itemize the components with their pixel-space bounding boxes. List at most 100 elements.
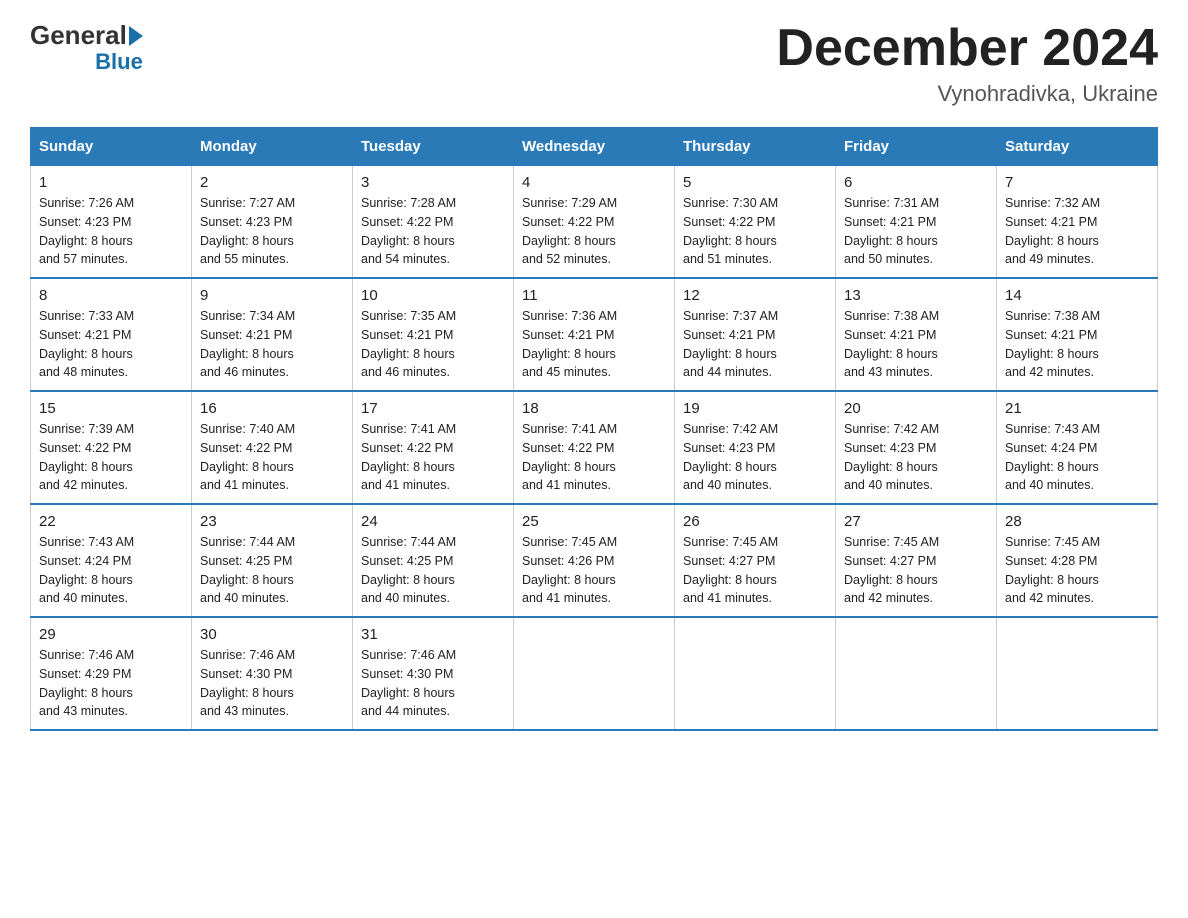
calendar-cell: 7Sunrise: 7:32 AMSunset: 4:21 PMDaylight… [997, 166, 1158, 279]
calendar-cell: 9 Sunrise: 7:34 AMSunset: 4:21 PMDaylight… [192, 278, 353, 391]
calendar-cell: 8 Sunrise: 7:33 AMSunset: 4:21 PMDaylight… [31, 278, 192, 391]
day-info: Sunrise: 7:45 AMSunset: 4:27 PMDaylight:… [683, 535, 778, 605]
column-header-sunday: Sunday [31, 128, 192, 166]
day-info: Sunrise: 7:46 AMSunset: 4:30 PMDaylight:… [200, 648, 295, 718]
day-number: 22 [39, 513, 183, 530]
day-number: 2 [200, 174, 344, 191]
calendar-cell: 19 Sunrise: 7:42 AMSunset: 4:23 PMDayligh… [675, 391, 836, 504]
day-info: Sunrise: 7:38 AMSunset: 4:21 PMDaylight:… [1005, 309, 1100, 379]
calendar-cell: 2 Sunrise: 7:27 AMSunset: 4:23 PMDaylight… [192, 166, 353, 279]
calendar-cell: 15Sunrise: 7:39 AMSunset: 4:22 PMDayligh… [31, 391, 192, 504]
day-number: 29 [39, 626, 183, 643]
day-info: Sunrise: 7:41 AMSunset: 4:22 PMDaylight:… [361, 422, 456, 492]
day-info: Sunrise: 7:46 AMSunset: 4:30 PMDaylight:… [361, 648, 456, 718]
calendar-cell: 25 Sunrise: 7:45 AMSunset: 4:26 PMDayligh… [514, 504, 675, 617]
day-number: 27 [844, 513, 988, 530]
logo-blue-text: Blue [30, 51, 143, 73]
day-number: 11 [522, 287, 666, 304]
day-info: Sunrise: 7:38 AMSunset: 4:21 PMDaylight:… [844, 309, 939, 379]
calendar-cell: 5 Sunrise: 7:30 AMSunset: 4:22 PMDaylight… [675, 166, 836, 279]
day-info: Sunrise: 7:30 AMSunset: 4:22 PMDaylight:… [683, 196, 778, 266]
calendar-cell: 23 Sunrise: 7:44 AMSunset: 4:25 PMDayligh… [192, 504, 353, 617]
calendar-cell: 28 Sunrise: 7:45 AMSunset: 4:28 PMDayligh… [997, 504, 1158, 617]
calendar-cell: 11 Sunrise: 7:36 AMSunset: 4:21 PMDayligh… [514, 278, 675, 391]
calendar-cell: 13Sunrise: 7:38 AMSunset: 4:21 PMDayligh… [836, 278, 997, 391]
calendar-week-row: 8 Sunrise: 7:33 AMSunset: 4:21 PMDaylight… [31, 278, 1158, 391]
day-number: 26 [683, 513, 827, 530]
day-info: Sunrise: 7:44 AMSunset: 4:25 PMDaylight:… [200, 535, 295, 605]
logo-general-text: General [30, 20, 127, 51]
calendar-cell [675, 617, 836, 730]
day-info: Sunrise: 7:44 AMSunset: 4:25 PMDaylight:… [361, 535, 456, 605]
logo-triangle-icon [129, 26, 143, 46]
column-header-friday: Friday [836, 128, 997, 166]
day-info: Sunrise: 7:37 AMSunset: 4:21 PMDaylight:… [683, 309, 778, 379]
calendar-cell: 30 Sunrise: 7:46 AMSunset: 4:30 PMDayligh… [192, 617, 353, 730]
calendar-cell: 14Sunrise: 7:38 AMSunset: 4:21 PMDayligh… [997, 278, 1158, 391]
day-number: 18 [522, 400, 666, 417]
day-info: Sunrise: 7:45 AMSunset: 4:28 PMDaylight:… [1005, 535, 1100, 605]
day-number: 16 [200, 400, 344, 417]
day-number: 21 [1005, 400, 1149, 417]
calendar-table: SundayMondayTuesdayWednesdayThursdayFrid… [30, 127, 1158, 731]
day-info: Sunrise: 7:29 AMSunset: 4:22 PMDaylight:… [522, 196, 617, 266]
calendar-cell: 29Sunrise: 7:46 AMSunset: 4:29 PMDayligh… [31, 617, 192, 730]
day-number: 10 [361, 287, 505, 304]
calendar-cell: 24 Sunrise: 7:44 AMSunset: 4:25 PMDayligh… [353, 504, 514, 617]
day-number: 6 [844, 174, 988, 191]
column-header-monday: Monday [192, 128, 353, 166]
calendar-cell [514, 617, 675, 730]
day-number: 20 [844, 400, 988, 417]
calendar-cell: 12Sunrise: 7:37 AMSunset: 4:21 PMDayligh… [675, 278, 836, 391]
day-info: Sunrise: 7:34 AMSunset: 4:21 PMDaylight:… [200, 309, 295, 379]
day-info: Sunrise: 7:45 AMSunset: 4:27 PMDaylight:… [844, 535, 939, 605]
day-number: 5 [683, 174, 827, 191]
day-info: Sunrise: 7:45 AMSunset: 4:26 PMDaylight:… [522, 535, 617, 605]
day-info: Sunrise: 7:35 AMSunset: 4:21 PMDaylight:… [361, 309, 456, 379]
calendar-cell: 18 Sunrise: 7:41 AMSunset: 4:22 PMDayligh… [514, 391, 675, 504]
day-number: 19 [683, 400, 827, 417]
calendar-cell: 6 Sunrise: 7:31 AMSunset: 4:21 PMDaylight… [836, 166, 997, 279]
day-info: Sunrise: 7:36 AMSunset: 4:21 PMDaylight:… [522, 309, 617, 379]
calendar-cell: 26 Sunrise: 7:45 AMSunset: 4:27 PMDayligh… [675, 504, 836, 617]
calendar-week-row: 22 Sunrise: 7:43 AMSunset: 4:24 PMDayligh… [31, 504, 1158, 617]
month-title: December 2024 [776, 20, 1158, 77]
day-info: Sunrise: 7:33 AMSunset: 4:21 PMDaylight:… [39, 309, 134, 379]
column-header-saturday: Saturday [997, 128, 1158, 166]
day-number: 3 [361, 174, 505, 191]
calendar-week-row: 1Sunrise: 7:26 AMSunset: 4:23 PMDaylight… [31, 166, 1158, 279]
day-number: 1 [39, 174, 183, 191]
day-number: 9 [200, 287, 344, 304]
day-number: 23 [200, 513, 344, 530]
calendar-week-row: 15Sunrise: 7:39 AMSunset: 4:22 PMDayligh… [31, 391, 1158, 504]
location-title: Vynohradivka, Ukraine [776, 81, 1158, 107]
logo: General Blue [30, 20, 143, 73]
day-number: 4 [522, 174, 666, 191]
day-number: 28 [1005, 513, 1149, 530]
day-info: Sunrise: 7:31 AMSunset: 4:21 PMDaylight:… [844, 196, 939, 266]
day-info: Sunrise: 7:41 AMSunset: 4:22 PMDaylight:… [522, 422, 617, 492]
calendar-cell: 27 Sunrise: 7:45 AMSunset: 4:27 PMDayligh… [836, 504, 997, 617]
day-number: 30 [200, 626, 344, 643]
day-info: Sunrise: 7:42 AMSunset: 4:23 PMDaylight:… [683, 422, 778, 492]
column-header-thursday: Thursday [675, 128, 836, 166]
day-number: 25 [522, 513, 666, 530]
page-header: General Blue December 2024 Vynohradivka,… [30, 20, 1158, 107]
calendar-cell: 16Sunrise: 7:40 AMSunset: 4:22 PMDayligh… [192, 391, 353, 504]
day-number: 24 [361, 513, 505, 530]
day-info: Sunrise: 7:43 AMSunset: 4:24 PMDaylight:… [39, 535, 134, 605]
day-info: Sunrise: 7:42 AMSunset: 4:23 PMDaylight:… [844, 422, 939, 492]
day-info: Sunrise: 7:27 AMSunset: 4:23 PMDaylight:… [200, 196, 295, 266]
day-info: Sunrise: 7:43 AMSunset: 4:24 PMDaylight:… [1005, 422, 1100, 492]
calendar-cell [997, 617, 1158, 730]
calendar-cell: 17Sunrise: 7:41 AMSunset: 4:22 PMDayligh… [353, 391, 514, 504]
day-number: 7 [1005, 174, 1149, 191]
calendar-week-row: 29Sunrise: 7:46 AMSunset: 4:29 PMDayligh… [31, 617, 1158, 730]
calendar-header-row: SundayMondayTuesdayWednesdayThursdayFrid… [31, 128, 1158, 166]
day-info: Sunrise: 7:28 AMSunset: 4:22 PMDaylight:… [361, 196, 456, 266]
calendar-cell: 22 Sunrise: 7:43 AMSunset: 4:24 PMDayligh… [31, 504, 192, 617]
calendar-cell: 20 Sunrise: 7:42 AMSunset: 4:23 PMDayligh… [836, 391, 997, 504]
calendar-cell: 3 Sunrise: 7:28 AMSunset: 4:22 PMDaylight… [353, 166, 514, 279]
calendar-cell: 21 Sunrise: 7:43 AMSunset: 4:24 PMDayligh… [997, 391, 1158, 504]
day-number: 8 [39, 287, 183, 304]
